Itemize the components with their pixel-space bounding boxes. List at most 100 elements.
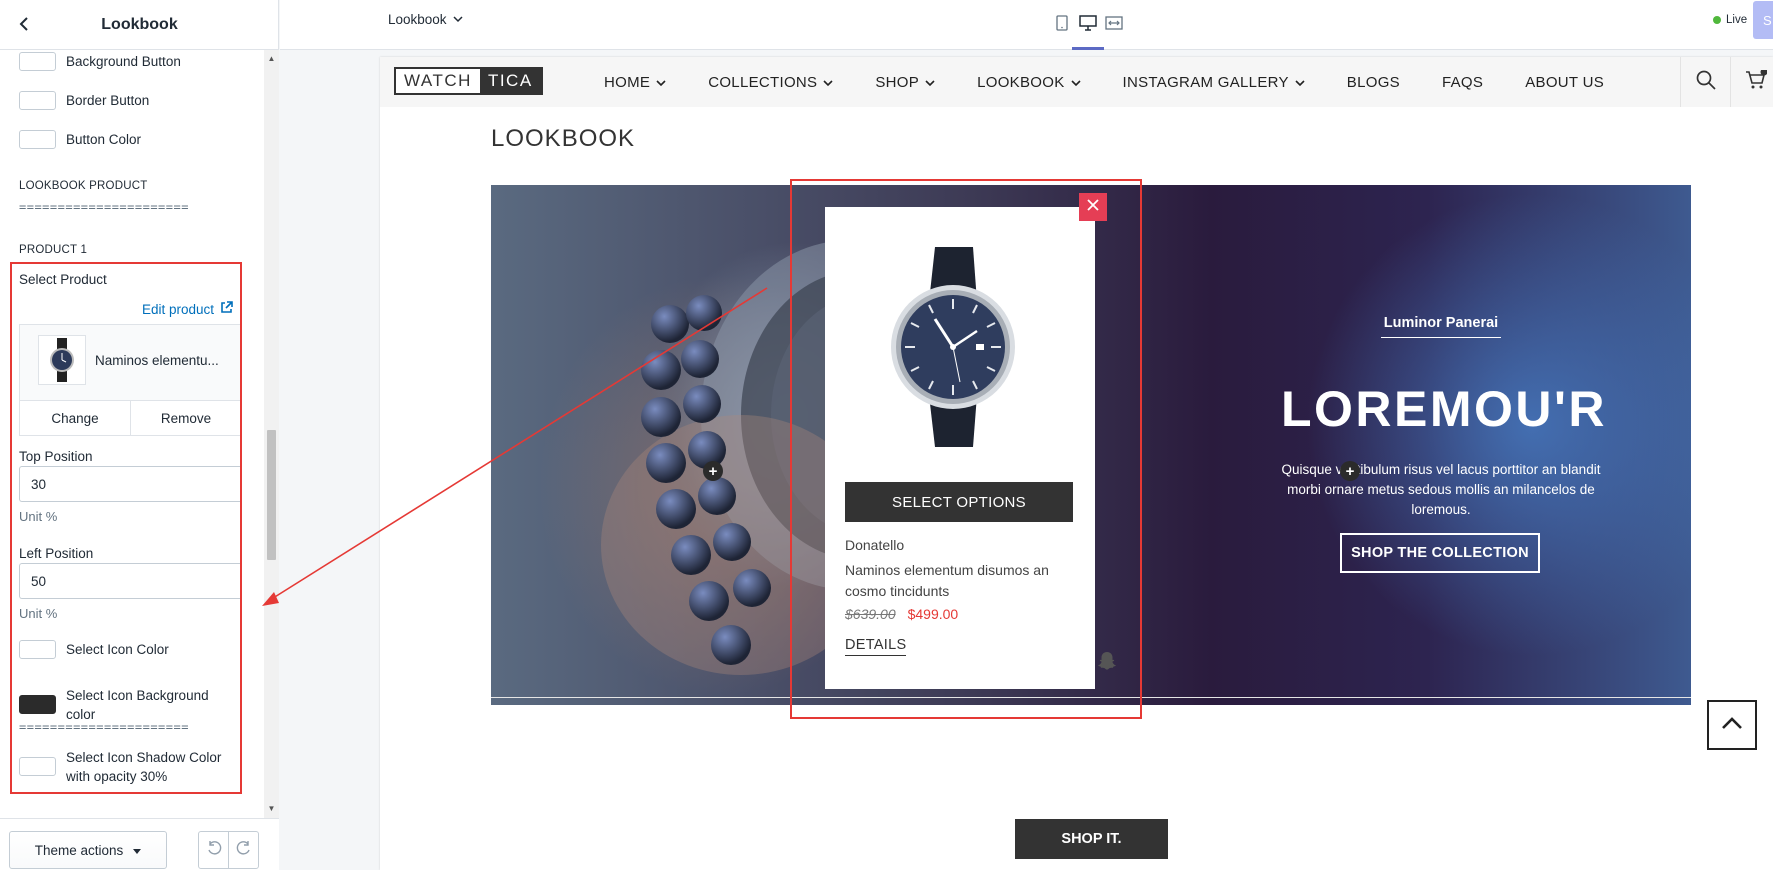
color-swatch[interactable] xyxy=(19,52,56,71)
search-icon xyxy=(1696,70,1716,95)
menu-label: INSTAGRAM GALLERY xyxy=(1122,73,1289,91)
setting-label: Border Button xyxy=(66,93,150,108)
sidebar-title: Lookbook xyxy=(101,15,178,33)
logo-text-a: WATCH xyxy=(396,69,480,93)
bracelet-bead xyxy=(733,569,771,607)
setting-label: Button Color xyxy=(66,132,142,147)
menu-label: COLLECTIONS xyxy=(708,73,818,91)
theme-actions-label: Theme actions xyxy=(34,842,124,858)
menu-label: FAQS xyxy=(1441,73,1484,91)
undo-icon xyxy=(206,840,222,861)
editor-topbar: Lookbook Live S xyxy=(280,0,1773,50)
redo-button[interactable] xyxy=(228,831,259,869)
menu-item-collections[interactable]: COLLECTIONS xyxy=(708,74,833,91)
background-button-color-setting[interactable]: Background Button xyxy=(19,52,181,71)
lookbook-product-popup: SELECT OPTIONS Donatello Naminos element… xyxy=(825,207,1095,689)
menu-label: ABOUT US xyxy=(1525,73,1605,91)
color-swatch[interactable] xyxy=(19,91,56,110)
button-color-setting[interactable]: Button Color xyxy=(19,130,141,149)
shop-it-button[interactable]: SHOP IT. xyxy=(1015,819,1168,859)
bracelet-bead xyxy=(651,305,689,343)
menu-item-instagram-gallery[interactable]: INSTAGRAM GALLERY xyxy=(1123,74,1305,91)
chevron-down-icon xyxy=(823,74,833,91)
menu-item-faqs[interactable]: FAQS xyxy=(1442,74,1483,91)
back-to-top-button[interactable] xyxy=(1707,700,1757,750)
product-vendor: Donatello xyxy=(845,537,905,553)
menu-item-lookbook[interactable]: LOOKBOOK xyxy=(977,73,1081,91)
chevron-down-icon xyxy=(1070,74,1081,91)
chevron-down-icon xyxy=(656,74,666,91)
undo-button[interactable] xyxy=(198,831,229,869)
logo-text-b: TICA xyxy=(479,69,541,93)
bracelet-bead xyxy=(683,385,721,423)
product-prices: $639.00 $499.00 xyxy=(845,606,958,622)
chevron-down-icon xyxy=(925,74,935,91)
bracelet-bead xyxy=(681,340,719,378)
product-heading: PRODUCT 1 xyxy=(19,244,88,256)
section-heading: LOOKBOOK PRODUCT xyxy=(19,180,148,192)
main-menu: HOME COLLECTIONS SHOP LOOKBOOK INSTAGRAM… xyxy=(604,57,1646,107)
page-selector-label: Lookbook xyxy=(388,12,447,27)
page-selector[interactable]: Lookbook xyxy=(388,12,463,27)
theme-actions-button[interactable]: Theme actions xyxy=(9,831,167,869)
mobile-icon xyxy=(1056,14,1068,36)
menu-label: BLOGS xyxy=(1346,73,1400,91)
bracelet-bead xyxy=(641,397,681,437)
product-settings-highlight xyxy=(10,262,242,794)
cart-button[interactable] xyxy=(1730,57,1773,107)
caret-down-icon xyxy=(133,843,142,858)
store-logo[interactable]: WATCH TICA xyxy=(394,67,543,95)
details-link[interactable]: DETAILS xyxy=(845,637,907,656)
hero-title: LOREMOU'R xyxy=(1281,381,1608,437)
divider-text: ====================== xyxy=(19,200,189,214)
desktop-icon xyxy=(1079,14,1097,36)
scrollbar-thumb[interactable] xyxy=(267,430,276,560)
hero-description: Quisque vestibulum risus vel lacus portt… xyxy=(1281,462,1601,517)
sidebar-header: Lookbook xyxy=(0,0,279,50)
product-title[interactable]: Naminos elementum disumos an cosmo tinci… xyxy=(845,560,1075,602)
menu-label: LOOKBOOK xyxy=(977,73,1065,91)
bracelet-bead xyxy=(689,581,729,621)
sidebar-scrollbar[interactable]: ▲ ▼ xyxy=(264,50,279,818)
menu-label: HOME xyxy=(604,73,651,91)
theme-editor-sidebar: Lookbook Background Button Border Button… xyxy=(0,0,279,870)
hero-subtitle: Luminor Panerai xyxy=(1381,315,1501,338)
menu-item-shop[interactable]: SHOP xyxy=(875,74,935,91)
bracelet-bead xyxy=(713,523,751,561)
back-arrow-icon[interactable] xyxy=(12,12,36,36)
chevron-up-icon xyxy=(1721,716,1743,735)
scroll-down-icon[interactable]: ▼ xyxy=(264,802,279,816)
bracelet-bead xyxy=(646,443,686,483)
chevron-down-icon xyxy=(453,12,463,27)
scroll-up-icon[interactable]: ▲ xyxy=(264,52,279,66)
bracelet-bead xyxy=(698,477,736,515)
live-label: Live xyxy=(1726,14,1748,26)
sidebar-footer: Theme actions xyxy=(0,818,279,870)
border-button-color-setting[interactable]: Border Button xyxy=(19,91,149,110)
search-button[interactable] xyxy=(1680,57,1730,107)
bracelet-bead xyxy=(711,625,751,665)
live-dot-icon xyxy=(1713,16,1721,24)
live-status-badge: Live xyxy=(1713,14,1747,26)
store-header: WATCH TICA HOME COLLECTIONS SHOP LOOKBOO… xyxy=(380,57,1773,107)
product-image[interactable] xyxy=(865,247,1040,447)
sale-price: $499.00 xyxy=(907,606,959,622)
close-icon xyxy=(1087,198,1099,216)
hotspot-plus-icon[interactable]: + xyxy=(703,461,723,481)
hotspot-plus-icon[interactable]: + xyxy=(1340,461,1360,481)
menu-item-home[interactable]: HOME xyxy=(604,74,666,91)
device-fullscreen-button[interactable] xyxy=(1098,12,1130,38)
cart-icon xyxy=(1745,68,1767,95)
bracelet-bead xyxy=(641,350,681,390)
save-button[interactable]: S xyxy=(1753,1,1773,39)
menu-item-about-us[interactable]: ABOUT US xyxy=(1525,74,1604,91)
select-options-button[interactable]: SELECT OPTIONS xyxy=(845,482,1073,522)
chevron-down-icon xyxy=(1295,74,1305,91)
bracelet-bead xyxy=(656,489,696,529)
close-popup-button[interactable] xyxy=(1079,193,1107,221)
setting-label: Background Button xyxy=(66,54,181,69)
menu-item-blogs[interactable]: BLOGS xyxy=(1347,74,1400,91)
compare-at-price: $639.00 xyxy=(845,606,896,622)
shop-the-collection-button[interactable]: SHOP THE COLLECTION xyxy=(1340,533,1540,573)
color-swatch[interactable] xyxy=(19,130,56,149)
